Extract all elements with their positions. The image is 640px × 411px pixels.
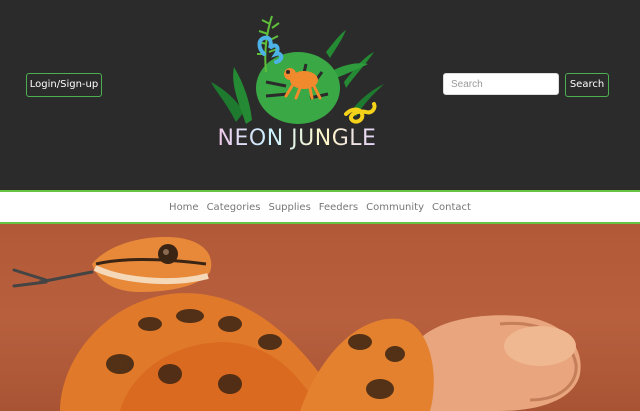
nav-item-supplies[interactable]: Supplies	[268, 202, 310, 213]
main-nav: Home Categories Supplies Feeders Communi…	[0, 190, 640, 224]
snake-photo	[12, 237, 581, 411]
brand-name: NEON JUNGLE	[212, 126, 382, 151]
nav-item-home[interactable]: Home	[169, 202, 199, 213]
nav-item-contact[interactable]: Contact	[432, 202, 471, 213]
login-signup-button[interactable]: Login/Sign-up	[26, 73, 102, 97]
nav-item-categories[interactable]: Categories	[207, 202, 261, 213]
hero-image	[0, 224, 640, 411]
nav-item-feeders[interactable]: Feeders	[319, 202, 358, 213]
site-header: Login/Sign-up NEON JUNGLE Search Search	[0, 0, 640, 190]
search-button[interactable]: Search	[565, 73, 609, 97]
nav-item-community[interactable]: Community	[366, 202, 424, 213]
search-input[interactable]	[443, 73, 559, 95]
